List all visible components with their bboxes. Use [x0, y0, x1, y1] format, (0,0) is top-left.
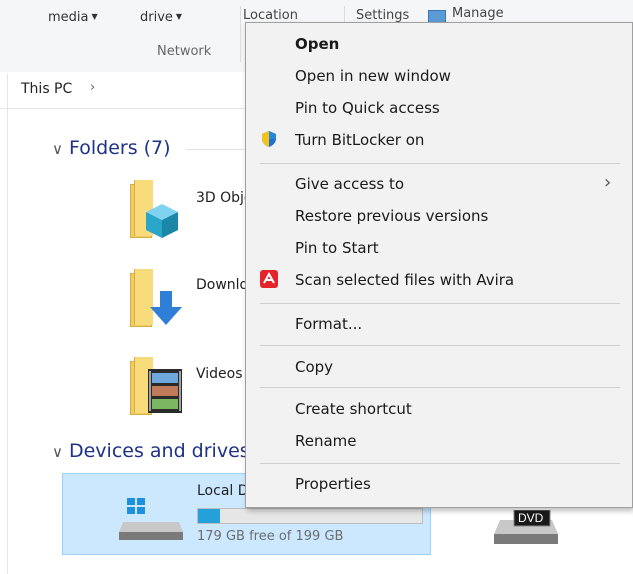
folder-label[interactable]: Videos	[196, 366, 243, 382]
menu-separator	[260, 303, 620, 304]
navigation-pane-border	[7, 74, 8, 574]
drive-usage-bar	[197, 508, 423, 524]
menu-item-label: Give access to	[295, 175, 405, 193]
dvd-badge: DVD	[518, 511, 544, 525]
folder-tile-videos[interactable]	[130, 357, 186, 417]
menu-item-format[interactable]: Format...	[246, 309, 632, 339]
menu-item-pin-quick-access[interactable]: Pin to Quick access	[246, 93, 632, 123]
ribbon-drive-label: drive	[140, 10, 173, 25]
hard-drive-icon	[119, 498, 183, 540]
menu-item-open[interactable]: Open	[246, 29, 632, 59]
film-strip-icon	[148, 369, 182, 413]
menu-item-label: Scan selected files with Avira	[295, 271, 515, 289]
menu-item-label: Turn BitLocker on	[295, 131, 425, 149]
ribbon-settings-button[interactable]: Settings	[356, 8, 409, 23]
chevron-down-icon: ∨	[52, 443, 63, 461]
menu-item-properties[interactable]: Properties	[246, 469, 632, 499]
3d-cube-icon	[146, 204, 178, 238]
drive-usage-fill	[198, 509, 221, 523]
menu-separator	[260, 463, 620, 464]
ribbon-manage-button[interactable]: Manage	[452, 6, 504, 21]
menu-item-bitlocker[interactable]: Turn BitLocker on	[246, 125, 632, 155]
dropdown-arrow-icon: ▼	[91, 12, 98, 21]
breadcrumb-this-pc[interactable]: This PC	[21, 81, 72, 97]
dropdown-arrow-icon: ▼	[175, 12, 183, 21]
devices-section-header[interactable]: ∨ Devices and drives	[52, 440, 250, 462]
ribbon-location-button[interactable]: Location	[243, 8, 298, 23]
shield-icon	[262, 131, 276, 147]
menu-item-create-shortcut[interactable]: Create shortcut	[246, 394, 632, 424]
folders-section-title: Folders (7)	[68, 137, 171, 159]
menu-separator	[260, 163, 620, 164]
avira-icon	[260, 270, 278, 288]
menu-item-label: Properties	[295, 475, 371, 493]
menu-item-label: Open in new window	[295, 67, 451, 85]
menu-item-label: Pin to Start	[295, 239, 379, 257]
menu-separator	[260, 387, 620, 388]
menu-item-rename[interactable]: Rename	[246, 426, 632, 456]
menu-item-give-access[interactable]: Give access to ›	[246, 169, 632, 199]
folder-tile-downloads[interactable]	[130, 269, 186, 331]
chevron-down-icon: ∨	[52, 140, 63, 158]
folders-section-header[interactable]: ∨ Folders (7)	[52, 137, 171, 159]
menu-item-open-new-window[interactable]: Open in new window	[246, 61, 632, 91]
menu-item-label: Create shortcut	[295, 400, 412, 418]
drive-free-space: 179 GB free of 199 GB	[197, 529, 344, 544]
ribbon-group-label: Network	[157, 44, 212, 59]
menu-item-scan-avira[interactable]: Scan selected files with Avira	[246, 265, 632, 295]
ribbon-media-label: media	[48, 10, 89, 25]
menu-item-label: Pin to Quick access	[295, 99, 440, 117]
menu-separator	[260, 345, 620, 346]
ribbon-separator	[240, 6, 241, 62]
menu-item-label: Format...	[295, 315, 363, 333]
menu-item-pin-start[interactable]: Pin to Start	[246, 233, 632, 263]
menu-item-copy[interactable]: Copy	[246, 352, 632, 382]
folder-tile-3d-objects[interactable]	[130, 180, 186, 240]
menu-item-label: Open	[295, 35, 340, 53]
download-arrow-icon	[150, 291, 182, 325]
menu-item-label: Rename	[295, 432, 357, 450]
submenu-arrow-icon: ›	[604, 172, 612, 193]
devices-section-title: Devices and drives	[68, 440, 250, 462]
menu-item-label: Restore previous versions	[295, 207, 489, 225]
ribbon-media-button[interactable]: media ▼	[48, 10, 98, 25]
breadcrumb-chevron-icon[interactable]: ›	[90, 80, 95, 95]
ribbon-drive-button[interactable]: drive ▼	[140, 10, 182, 25]
menu-item-label: Copy	[295, 358, 334, 376]
menu-item-restore-versions[interactable]: Restore previous versions	[246, 201, 632, 231]
section-divider	[186, 149, 246, 150]
context-menu: Open Open in new window Pin to Quick acc…	[245, 22, 633, 508]
